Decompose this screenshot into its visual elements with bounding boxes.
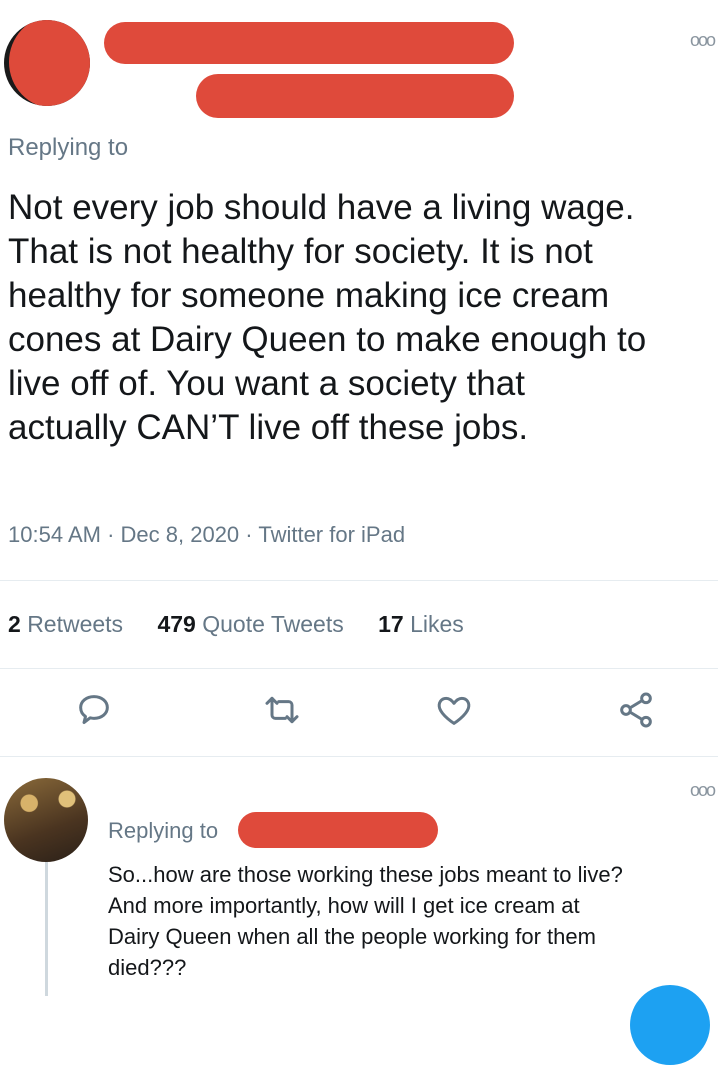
replying-to-label: Replying to (8, 134, 129, 161)
likes-label: Likes (410, 611, 464, 637)
tweet-metadata: 10:54 AM · Dec 8, 2020 · Twitter for iPa… (8, 522, 405, 548)
reply-text-line: And more importantly, how will I get ice… (108, 893, 580, 918)
tweet-text-line: live off of. You want a society that (8, 364, 525, 403)
tweet-source[interactable]: Twitter for iPad (258, 522, 405, 547)
likes-stat[interactable]: 17 Likes (378, 611, 464, 638)
separator-dot: · (107, 522, 121, 547)
divider (0, 580, 718, 581)
thread-connector-line (45, 862, 48, 996)
compose-tweet-button[interactable] (630, 985, 710, 1065)
more-icon[interactable]: ooo (690, 780, 716, 801)
tweet-text: Not every job should have a living wage.… (8, 186, 713, 450)
like-icon[interactable] (434, 690, 474, 730)
redacted-username (196, 74, 514, 118)
separator-dot: · (245, 522, 259, 547)
tweet-text-line: actually CAN’T live off these jobs. (8, 408, 529, 447)
tweet-time[interactable]: 10:54 AM (8, 522, 101, 547)
likes-count: 17 (378, 611, 404, 637)
redacted-display-name (104, 22, 514, 64)
author-avatar[interactable] (4, 20, 90, 106)
reply-author-avatar[interactable] (4, 778, 88, 862)
quote-tweets-count: 479 (157, 611, 196, 637)
tweet-text-line: healthy for someone making ice cream (8, 276, 610, 315)
tweet-text-line: Not every job should have a living wage. (8, 188, 635, 227)
divider (0, 756, 718, 757)
tweet-text-line: That is not healthy for society. It is n… (8, 232, 593, 271)
retweets-count: 2 (8, 611, 21, 637)
reply-text-line: died??? (108, 955, 187, 980)
quote-tweets-label: Quote Tweets (202, 611, 344, 637)
quote-tweets-stat[interactable]: 479 Quote Tweets (157, 611, 343, 638)
more-icon[interactable]: ooo (690, 30, 716, 51)
retweets-label: Retweets (27, 611, 124, 637)
reply-text: So...how are those working these jobs me… (108, 859, 718, 983)
reply-text-line: Dairy Queen when all the people working … (108, 924, 596, 949)
retweets-stat[interactable]: 2 Retweets (8, 611, 123, 638)
reply-replying-to-label: Replying to (108, 818, 219, 843)
tweet-text-line: cones at Dairy Queen to make enough to (8, 320, 647, 359)
reply-text-line: So...how are those working these jobs me… (108, 862, 623, 887)
share-icon[interactable] (616, 690, 656, 730)
retweet-icon[interactable] (262, 690, 302, 730)
reply-icon[interactable] (74, 690, 114, 730)
engagement-stats: 2 Retweets 479 Quote Tweets 17 Likes (8, 611, 492, 638)
tweet-date[interactable]: Dec 8, 2020 (121, 522, 240, 547)
redacted-reply-username (238, 812, 438, 848)
divider (0, 668, 718, 669)
